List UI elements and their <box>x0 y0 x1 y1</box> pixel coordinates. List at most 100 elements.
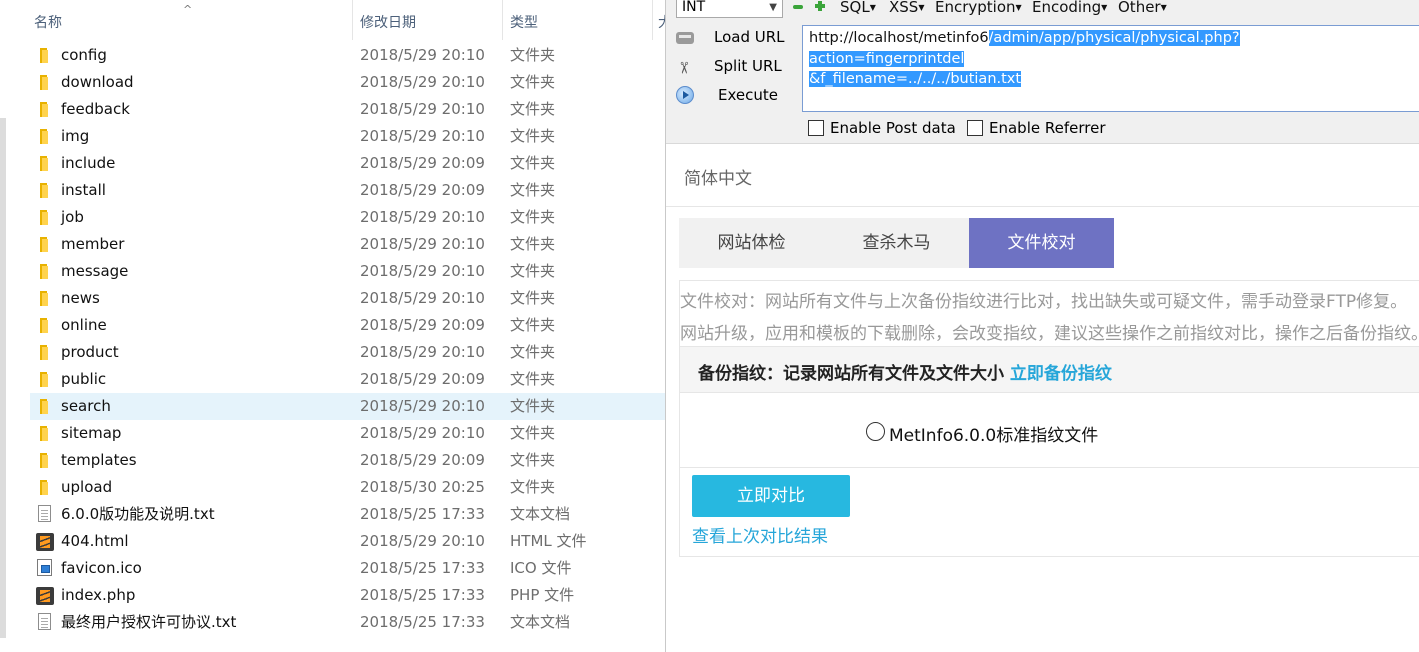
compare-now-button[interactable]: 立即对比 <box>692 475 850 517</box>
file-type: HTML 文件 <box>510 532 587 550</box>
file-row[interactable]: upload 2018/5/30 20:25 文件夹 <box>30 474 665 501</box>
folder-front <box>42 158 48 171</box>
file-name: index.php <box>61 586 136 604</box>
folder-front <box>42 77 48 90</box>
file-date: 2018/5/30 20:25 <box>360 478 485 496</box>
column-divider[interactable] <box>502 0 503 40</box>
file-row[interactable]: public 2018/5/29 20:09 文件夹 <box>30 366 665 393</box>
file-row[interactable]: member 2018/5/29 20:10 文件夹 <box>30 231 665 258</box>
menu-other[interactable]: Other▼ <box>1118 0 1167 16</box>
folder-icon <box>36 182 54 200</box>
decrease-icon[interactable] <box>793 5 803 9</box>
file-row[interactable]: 6.0.0版功能及说明.txt 2018/5/25 17:33 文本文档 <box>30 501 665 528</box>
folder-icon <box>36 371 54 389</box>
tool-tabs: 网站体检 查杀木马 文件校对 <box>679 218 1419 268</box>
column-header-type[interactable]: 类型 <box>510 0 538 46</box>
folder-front <box>42 347 48 360</box>
file-row[interactable]: install 2018/5/29 20:09 文件夹 <box>30 177 665 204</box>
file-type: 文件夹 <box>510 451 556 469</box>
file-type: PHP 文件 <box>510 586 575 604</box>
column-header-size[interactable]: 大 <box>658 0 665 46</box>
file-row[interactable]: feedback 2018/5/29 20:10 文件夹 <box>30 96 665 123</box>
url-textarea[interactable]: http://localhost/metinfo6/admin/app/phys… <box>802 25 1419 112</box>
file-name: job <box>61 208 84 226</box>
file-row[interactable]: product 2018/5/29 20:10 文件夹 <box>30 339 665 366</box>
file-name: download <box>61 73 134 91</box>
menu-sql[interactable]: SQL▼ <box>840 0 876 16</box>
file-name: news <box>61 289 100 307</box>
file-row[interactable]: news 2018/5/29 20:10 文件夹 <box>30 285 665 312</box>
int-select-value: INT <box>682 0 706 15</box>
file-name: img <box>61 127 90 145</box>
execute-button[interactable]: Execute <box>676 82 796 108</box>
fingerprint-option-label[interactable]: MetInfo6.0.0标准指纹文件 <box>889 421 1098 446</box>
menu-encoding[interactable]: Encoding▼ <box>1032 0 1107 16</box>
file-row[interactable]: config 2018/5/29 20:10 文件夹 <box>30 42 665 69</box>
column-header-name[interactable]: 名称 <box>34 0 62 46</box>
folder-front <box>42 50 48 63</box>
enable-post-data-checkbox[interactable]: Enable Post data <box>808 119 956 137</box>
file-type: 文本文档 <box>510 505 571 523</box>
tab-file-verify[interactable]: 文件校对 <box>969 218 1114 268</box>
url-selected-path: /admin/app/physical/physical.php? <box>988 30 1240 46</box>
file-row[interactable]: job 2018/5/29 20:10 文件夹 <box>30 204 665 231</box>
file-row[interactable]: index.php 2018/5/25 17:33 PHP 文件 <box>30 582 665 609</box>
menu-encryption[interactable]: Encryption▼ <box>935 0 1022 16</box>
file-name: 最终用户授权许可协议.txt <box>61 613 237 631</box>
folder-front <box>42 185 48 198</box>
int-type-select[interactable]: INT ▼ <box>676 0 783 18</box>
tab-site-check[interactable]: 网站体检 <box>679 218 824 268</box>
image-file-icon <box>37 559 52 576</box>
fingerprint-radio[interactable] <box>866 422 885 441</box>
file-row[interactable]: online 2018/5/29 20:09 文件夹 <box>30 312 665 339</box>
file-date: 2018/5/29 20:10 <box>360 343 485 361</box>
file-row[interactable]: sitemap 2018/5/29 20:10 文件夹 <box>30 420 665 447</box>
language-selector[interactable]: 简体中文 <box>684 164 752 189</box>
tab-trojan-scan[interactable]: 查杀木马 <box>824 218 969 268</box>
column-divider[interactable] <box>652 0 653 40</box>
file-type: 文件夹 <box>510 181 556 199</box>
file-row[interactable]: templates 2018/5/29 20:09 文件夹 <box>30 447 665 474</box>
checkbox-box[interactable] <box>808 120 824 136</box>
column-divider[interactable] <box>352 0 353 40</box>
file-row[interactable]: 最终用户授权许可协议.txt 2018/5/25 17:33 文本文档 <box>30 609 665 636</box>
file-type: 文件夹 <box>510 208 556 226</box>
file-type: 文件夹 <box>510 316 556 334</box>
load-url-button[interactable]: Load URL <box>676 24 796 50</box>
file-date: 2018/5/29 20:10 <box>360 208 485 226</box>
url-prefix: http://localhost/metinfo6 <box>809 30 989 46</box>
increase-icon[interactable] <box>815 1 825 11</box>
file-type: 文件夹 <box>510 289 556 307</box>
file-row[interactable]: download 2018/5/29 20:10 文件夹 <box>30 69 665 96</box>
file-date: 2018/5/25 17:33 <box>360 559 485 577</box>
checkbox-box[interactable] <box>967 120 983 136</box>
file-name: include <box>61 154 116 172</box>
file-date: 2018/5/29 20:10 <box>360 235 485 253</box>
backup-heading: 备份指纹：记录网站所有文件及文件大小 立即备份指纹 <box>698 359 1112 384</box>
column-header-date[interactable]: 修改日期 <box>360 0 416 46</box>
menu-xss[interactable]: XSS▼ <box>889 0 924 16</box>
view-last-result-link[interactable]: 查看上次对比结果 <box>692 522 828 547</box>
file-row[interactable]: search 2018/5/29 20:10 文件夹 <box>30 393 665 420</box>
file-type: 文件夹 <box>510 478 556 496</box>
file-row[interactable]: 404.html 2018/5/29 20:10 HTML 文件 <box>30 528 665 555</box>
file-type: 文件夹 <box>510 370 556 388</box>
file-name: member <box>61 235 125 253</box>
file-row[interactable]: favicon.ico 2018/5/25 17:33 ICO 文件 <box>30 555 665 582</box>
text-file-icon <box>38 505 51 522</box>
file-row[interactable]: include 2018/5/29 20:09 文件夹 <box>30 150 665 177</box>
folder-front <box>42 374 48 387</box>
enable-referrer-checkbox[interactable]: Enable Referrer <box>967 119 1105 137</box>
split-url-button[interactable]: Split URL <box>676 53 796 79</box>
folder-icon <box>36 263 54 281</box>
url-line-3: &f_filename=../../../butian.txt <box>809 69 1419 90</box>
dropdown-arrow-icon: ▼ <box>1015 3 1022 12</box>
file-type: 文件夹 <box>510 100 556 118</box>
backup-now-link[interactable]: 立即备份指纹 <box>1010 364 1112 384</box>
enable-post-label: Enable Post data <box>830 119 956 137</box>
file-row[interactable]: message 2018/5/29 20:10 文件夹 <box>30 258 665 285</box>
file-name: online <box>61 316 107 334</box>
file-row[interactable]: img 2018/5/29 20:10 文件夹 <box>30 123 665 150</box>
navigation-scrollbar[interactable] <box>0 118 6 638</box>
file-date: 2018/5/29 20:10 <box>360 127 485 145</box>
